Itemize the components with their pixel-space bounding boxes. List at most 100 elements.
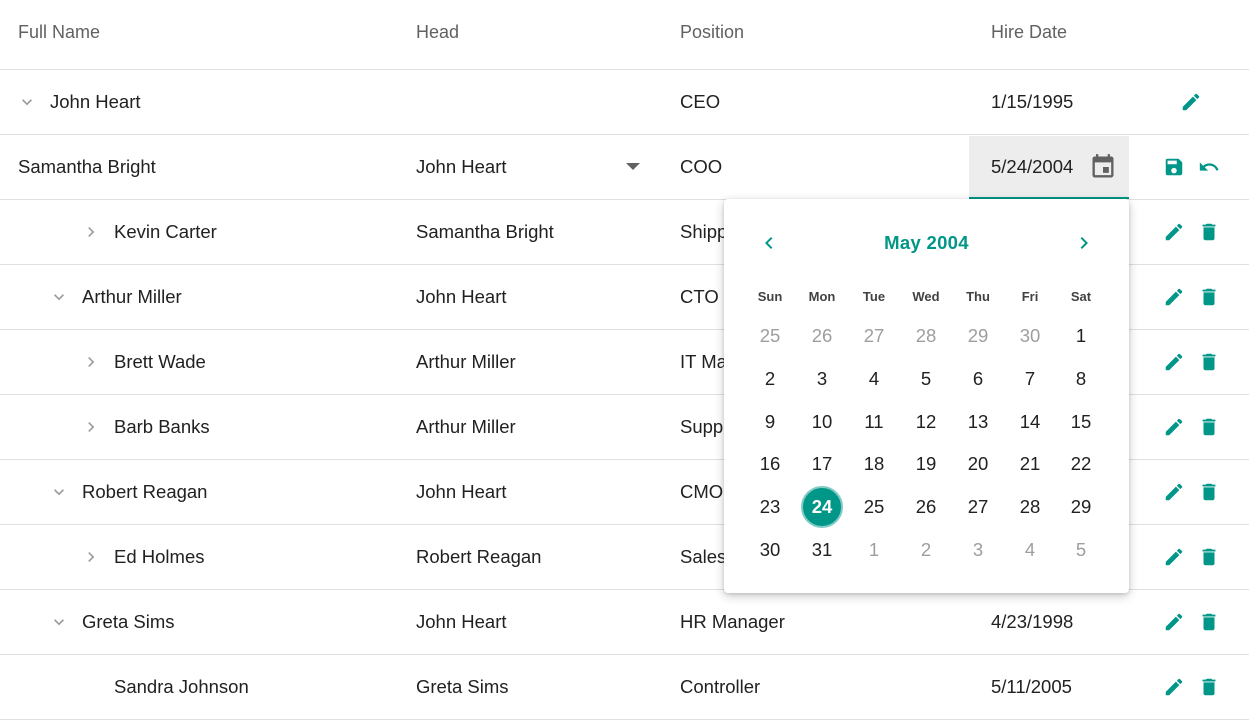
cell-head[interactable]: John Heart — [416, 265, 507, 329]
delete-button[interactable] — [1198, 221, 1220, 243]
calendar-day[interactable]: 14 — [1008, 403, 1052, 441]
collapse-row-button[interactable] — [49, 482, 69, 502]
calendar-day[interactable]: 23 — [748, 488, 792, 526]
calendar-day[interactable]: 8 — [1059, 360, 1103, 398]
calendar-day-other-month[interactable]: 29 — [956, 317, 1000, 355]
calendar-day-other-month[interactable]: 1 — [852, 531, 896, 569]
calendar-day-other-month[interactable]: 30 — [1008, 317, 1052, 355]
calendar-day[interactable]: 30 — [748, 531, 792, 569]
head-select-editor[interactable]: John Heart — [416, 135, 646, 199]
delete-button[interactable] — [1198, 286, 1220, 308]
delete-button[interactable] — [1198, 351, 1220, 373]
calendar-day[interactable]: 31 — [800, 531, 844, 569]
calendar-day[interactable]: 22 — [1059, 445, 1103, 483]
calendar-day[interactable]: 19 — [904, 445, 948, 483]
cell-full-name[interactable]: Greta Sims — [82, 590, 175, 654]
calendar-day[interactable]: 11 — [852, 403, 896, 441]
delete-button[interactable] — [1198, 416, 1220, 438]
cell-head[interactable]: Arthur Miller — [416, 395, 516, 459]
calendar-day[interactable]: 21 — [1008, 445, 1052, 483]
calendar-day[interactable]: 3 — [800, 360, 844, 398]
cell-head[interactable]: John Heart — [416, 590, 507, 654]
column-header-full-name[interactable]: Full Name — [18, 22, 100, 43]
edit-button[interactable] — [1163, 676, 1185, 698]
column-header-head[interactable]: Head — [416, 22, 459, 43]
calendar-day[interactable]: 6 — [956, 360, 1000, 398]
calendar-day[interactable]: 18 — [852, 445, 896, 483]
cell-position[interactable]: Controller — [680, 655, 760, 719]
cell-hire-date[interactable]: 5/11/2005 — [991, 655, 1072, 719]
next-month-button[interactable] — [1072, 231, 1096, 255]
edit-button[interactable] — [1163, 286, 1185, 308]
edit-button[interactable] — [1163, 351, 1185, 373]
cell-full-name[interactable]: Brett Wade — [114, 330, 206, 394]
delete-button[interactable] — [1198, 676, 1220, 698]
calendar-day[interactable]: 2 — [748, 360, 792, 398]
edit-button[interactable] — [1163, 221, 1185, 243]
calendar-day-other-month[interactable]: 25 — [748, 317, 792, 355]
cell-head[interactable]: Samantha Bright — [416, 200, 554, 264]
calendar-day[interactable]: 16 — [748, 445, 792, 483]
expand-row-button[interactable] — [81, 547, 101, 567]
cell-position[interactable]: Sales — [680, 525, 726, 589]
cell-position[interactable]: CTO — [680, 265, 719, 329]
cell-full-name[interactable]: John Heart — [50, 70, 141, 134]
cell-hire-date[interactable]: 4/23/1998 — [991, 590, 1073, 654]
calendar-day-other-month[interactable]: 26 — [800, 317, 844, 355]
calendar-day[interactable]: 15 — [1059, 403, 1103, 441]
delete-button[interactable] — [1198, 611, 1220, 633]
calendar-day[interactable]: 13 — [956, 403, 1000, 441]
calendar-day-other-month[interactable]: 2 — [904, 531, 948, 569]
calendar-day[interactable]: 27 — [956, 488, 1000, 526]
cell-position[interactable]: Shipp — [680, 200, 727, 264]
expand-row-button[interactable] — [81, 352, 101, 372]
calendar-day-selected[interactable]: 24 — [800, 488, 844, 526]
calendar-day[interactable]: 9 — [748, 403, 792, 441]
cell-head[interactable]: John Heart — [416, 460, 507, 524]
edit-button[interactable] — [1163, 481, 1185, 503]
collapse-row-button[interactable] — [49, 287, 69, 307]
collapse-row-button[interactable] — [49, 612, 69, 632]
collapse-row-button[interactable] — [17, 92, 37, 112]
edit-button[interactable] — [1163, 611, 1185, 633]
edit-button[interactable] — [1163, 546, 1185, 568]
cell-position[interactable]: COO — [680, 135, 722, 199]
calendar-day[interactable]: 1 — [1059, 317, 1103, 355]
column-header-position[interactable]: Position — [680, 22, 744, 43]
calendar-day-other-month[interactable]: 28 — [904, 317, 948, 355]
column-header-hire-date[interactable]: Hire Date — [991, 22, 1067, 43]
calendar-icon[interactable] — [1089, 153, 1117, 181]
calendar-day[interactable]: 12 — [904, 403, 948, 441]
expand-row-button[interactable] — [81, 417, 101, 437]
calendar-day[interactable]: 5 — [904, 360, 948, 398]
cell-full-name[interactable]: Robert Reagan — [82, 460, 207, 524]
cell-full-name[interactable]: Ed Holmes — [114, 525, 204, 589]
cell-full-name[interactable]: Barb Banks — [114, 395, 210, 459]
cell-full-name[interactable]: Kevin Carter — [114, 200, 217, 264]
delete-button[interactable] — [1198, 546, 1220, 568]
calendar-day[interactable]: 25 — [852, 488, 896, 526]
cell-head[interactable]: Robert Reagan — [416, 525, 541, 589]
cell-head[interactable]: Greta Sims — [416, 655, 509, 719]
calendar-day[interactable]: 4 — [852, 360, 896, 398]
cell-full-name[interactable]: Arthur Miller — [82, 265, 182, 329]
table-row[interactable]: Samantha Bright John Heart COO 5/24/2004 — [0, 135, 1249, 200]
edit-button[interactable] — [1180, 91, 1202, 113]
cell-position[interactable]: CEO — [680, 70, 720, 134]
calendar-day-other-month[interactable]: 4 — [1008, 531, 1052, 569]
cell-full-name[interactable]: Sandra Johnson — [114, 655, 249, 719]
caret-down-icon[interactable] — [626, 163, 640, 170]
calendar-day[interactable]: 28 — [1008, 488, 1052, 526]
delete-button[interactable] — [1198, 481, 1220, 503]
calendar-day[interactable]: 10 — [800, 403, 844, 441]
table-row[interactable]: John Heart CEO 1/15/1995 — [0, 70, 1249, 135]
calendar-day[interactable]: 7 — [1008, 360, 1052, 398]
calendar-day-other-month[interactable]: 3 — [956, 531, 1000, 569]
calendar-day[interactable]: 29 — [1059, 488, 1103, 526]
calendar-day-other-month[interactable]: 27 — [852, 317, 896, 355]
cancel-edit-button[interactable] — [1198, 156, 1220, 178]
cell-full-name[interactable]: Samantha Bright — [18, 135, 156, 199]
table-row[interactable]: Sandra Johnson Greta Sims Controller 5/11/2… — [0, 655, 1249, 720]
cell-head[interactable]: Arthur Miller — [416, 330, 516, 394]
calendar-day[interactable]: 26 — [904, 488, 948, 526]
